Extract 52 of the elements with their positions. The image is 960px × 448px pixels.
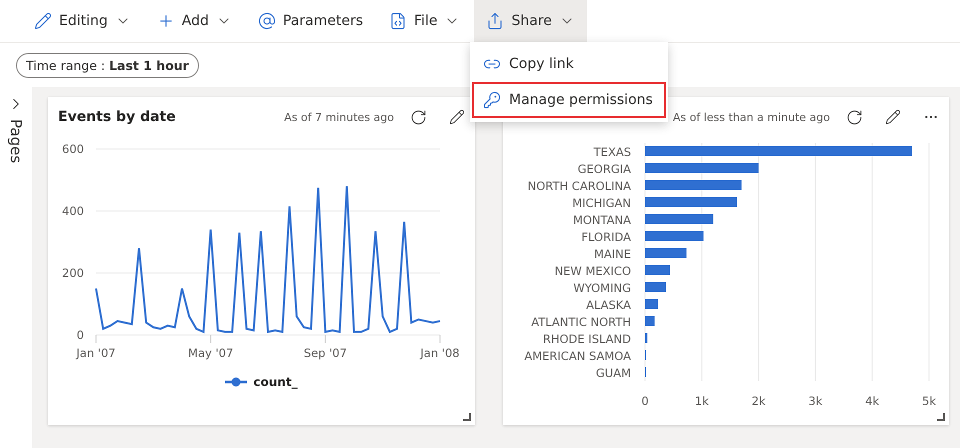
pencil-icon xyxy=(34,12,52,30)
category-label: TEXAS xyxy=(594,145,631,159)
axis-label: 400 xyxy=(62,204,84,218)
resize-handle-icon[interactable] xyxy=(463,413,471,421)
axis-label: 1k xyxy=(694,394,709,405)
category-label: MONTANA xyxy=(572,213,631,227)
category-label: RHODE ISLAND xyxy=(542,332,631,346)
card-title: Events by date xyxy=(58,109,176,125)
category-label: MICHIGAN xyxy=(572,196,631,210)
toolbar-button[interactable]: File xyxy=(377,0,472,42)
time-range-filter[interactable]: Time range : Last 1 hour xyxy=(16,52,199,78)
category-label: GEORGIA xyxy=(578,162,631,176)
axis-label: 3k xyxy=(808,394,822,405)
updated-time: As of less than a minute ago xyxy=(672,110,830,124)
category-label: WYOMING xyxy=(573,281,631,295)
edit-icon[interactable] xyxy=(449,109,465,125)
category-label: NORTH CAROLINA xyxy=(528,179,631,193)
toolbar-button[interactable]: Share xyxy=(474,0,587,42)
axis-label: 200 xyxy=(62,266,84,280)
category-label: GUAM xyxy=(596,366,631,380)
axis-label: 600 xyxy=(62,142,84,156)
updated-time: As of 7 minutes ago xyxy=(284,110,394,124)
axis-label: 0 xyxy=(76,328,84,342)
share-icon xyxy=(486,12,504,30)
axis-label: 5k xyxy=(922,394,936,405)
category-label: NEW MEXICO xyxy=(554,264,631,278)
file-code-icon xyxy=(389,12,408,30)
axis-label: Sep '07 xyxy=(304,346,347,360)
refresh-icon[interactable] xyxy=(846,108,863,126)
at-sign-icon xyxy=(258,12,276,30)
category-label: MAINE xyxy=(594,247,631,261)
edit-icon[interactable] xyxy=(885,109,901,125)
key-icon xyxy=(483,91,501,109)
category-label: ALASKA xyxy=(586,298,631,312)
axis-label: Jan '07 xyxy=(76,346,116,360)
axis-label: 2k xyxy=(752,394,766,405)
resize-handle-icon[interactable] xyxy=(937,413,945,421)
category-label: ATLANTIC NORTH xyxy=(531,315,631,329)
toolbar-button[interactable]: Parameters xyxy=(246,0,376,42)
legend-marker-icon xyxy=(225,377,248,387)
menu-item[interactable]: Manage permissions xyxy=(472,82,666,118)
axis-label: May '07 xyxy=(188,346,234,360)
toolbar-button[interactable]: Editing xyxy=(22,0,143,42)
axis-label: 0 xyxy=(641,394,649,405)
toolbar-button[interactable]: Add xyxy=(144,0,244,42)
category-label: FLORIDA xyxy=(581,230,631,244)
category-label: AMERICAN SAMOA xyxy=(524,349,631,363)
pages-label[interactable]: Pages xyxy=(7,119,25,164)
refresh-icon[interactable] xyxy=(410,108,427,126)
legend-label[interactable]: count_ xyxy=(253,375,298,389)
axis-label: 4k xyxy=(865,394,880,405)
axis-label: Jan '08 xyxy=(420,346,460,360)
